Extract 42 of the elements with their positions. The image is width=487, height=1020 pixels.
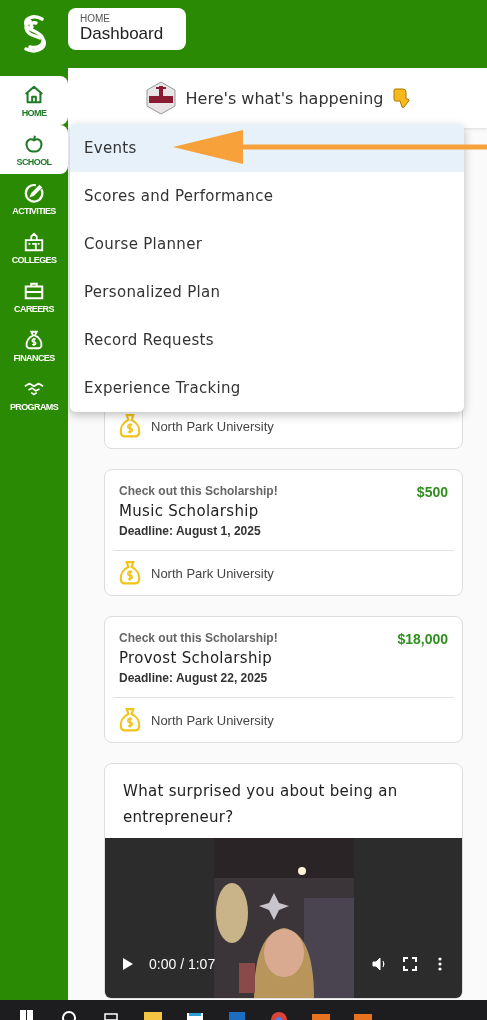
volume-icon[interactable] bbox=[372, 956, 388, 972]
sidebar-item[interactable]: FINANCES bbox=[0, 321, 68, 370]
video-player[interactable]: 0:00 / 1:07 bbox=[105, 838, 462, 998]
sidebar-item[interactable]: PROGRAMS bbox=[0, 370, 68, 419]
home-icon bbox=[23, 83, 45, 106]
menu-item[interactable]: Experience Tracking bbox=[70, 364, 464, 412]
deadline-text: Deadline: August 22, 2025 bbox=[119, 671, 269, 685]
school-badge-icon bbox=[143, 81, 178, 115]
menu-item[interactable]: Record Requests bbox=[70, 316, 464, 364]
organization-name: North Park University bbox=[151, 565, 274, 581]
card-label: Check out this Scholarship! bbox=[119, 484, 278, 498]
building-icon bbox=[23, 230, 45, 253]
money-bag-icon bbox=[117, 559, 143, 587]
menu-item[interactable]: Scores and Performance bbox=[70, 172, 464, 220]
pointing-hand-icon bbox=[391, 87, 412, 109]
menu-item[interactable]: Personalized Plan bbox=[70, 268, 464, 316]
card-label: Check out this Scholarship! bbox=[119, 631, 278, 645]
money-bag-icon bbox=[117, 412, 143, 440]
sidebar-item[interactable]: COLLEGES bbox=[0, 223, 68, 272]
header-title: Here's what's happening bbox=[185, 88, 384, 108]
video-question: What surprised you about being an entrepreneur? bbox=[122, 781, 399, 828]
video-time: 0:00 / 1:07 bbox=[149, 956, 216, 972]
organization-name: North Park University bbox=[151, 712, 274, 728]
menu-item[interactable]: Course Planner bbox=[70, 220, 464, 268]
organization-name: North Park University bbox=[151, 418, 274, 434]
page-title: Dashboard bbox=[80, 24, 165, 44]
sidebar-item[interactable]: SCHOOL bbox=[0, 125, 68, 174]
amount-text: $18,000 bbox=[397, 631, 448, 649]
scholarship-card[interactable]: Check out this Scholarship! Music Scholarship Deadline: August 1, 2025 $500 North Park University bbox=[104, 469, 463, 596]
breadcrumb-section: HOME bbox=[80, 13, 174, 24]
money-bag-icon bbox=[23, 328, 45, 351]
fullscreen-icon[interactable] bbox=[402, 956, 418, 972]
scholarship-title: Provost Scholarship bbox=[119, 649, 273, 667]
scholarship-card[interactable]: Check out this Scholarship! Provost Scholarship Deadline: August 22, 2025 $18,000 North Park University bbox=[104, 616, 463, 743]
money-bag-icon bbox=[117, 706, 143, 734]
pencil-icon bbox=[23, 181, 45, 204]
amount-text: $500 bbox=[416, 484, 448, 502]
sidebar-item[interactable]: ACTIVITIES bbox=[0, 174, 68, 223]
sidebar-item[interactable]: HOME bbox=[0, 76, 68, 125]
sidebar-item[interactable]: CAREERS bbox=[0, 272, 68, 321]
deadline-text: Deadline: August 1, 2025 bbox=[119, 524, 262, 538]
scholarship-title: Music Scholarship bbox=[119, 502, 260, 520]
